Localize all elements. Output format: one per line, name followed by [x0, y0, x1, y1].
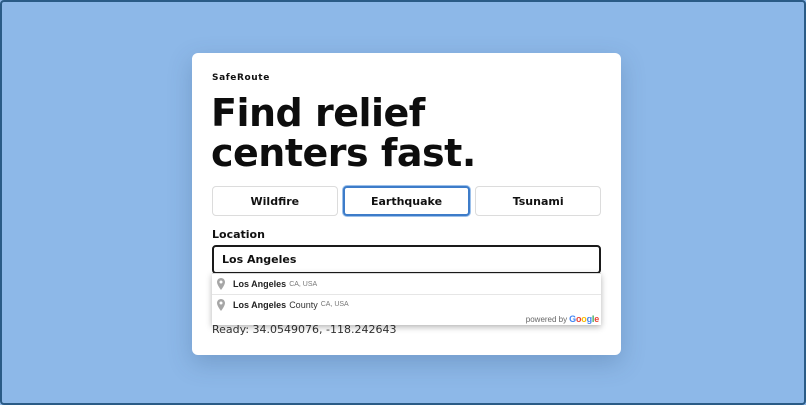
brand-name: SafeRoute [212, 73, 270, 83]
google-logo-letter: G [569, 314, 576, 324]
autocomplete-rest-text: County [289, 299, 318, 310]
autocomplete-item[interactable]: Los Angeles CA, USA [212, 274, 601, 294]
page-title: Find relief centers fast. [211, 93, 606, 173]
autocomplete-main-text: Los Angeles [233, 279, 287, 289]
disaster-type-tabs: Wildfire Earthquake Tsunami [212, 186, 602, 216]
tab-wildfire[interactable]: Wildfire [212, 186, 338, 216]
google-logo: Google [569, 314, 599, 324]
autocomplete-main-text: Los Angeles [233, 299, 287, 310]
tab-tsunami[interactable]: Tsunami [475, 186, 602, 216]
autocomplete-item[interactable]: Los Angeles County CA, USA [212, 294, 601, 314]
map-pin-icon [217, 298, 227, 311]
map-pin-icon [217, 278, 227, 290]
location-input[interactable] [212, 245, 601, 274]
autocomplete-dropdown: Los Angeles CA, USA Los Angeles County C… [212, 273, 601, 325]
tab-earthquake[interactable]: Earthquake [342, 186, 471, 216]
page-title-line-1: Find relief [211, 91, 425, 135]
autocomplete-secondary-text: CA, USA [289, 280, 318, 288]
google-logo-letter: e [594, 314, 599, 324]
powered-by-google: powered by Google [526, 314, 599, 324]
autocomplete-secondary-text: CA, USA [320, 301, 349, 308]
powered-by-text: powered by [525, 314, 568, 324]
location-label: Location [212, 228, 265, 241]
page-title-line-2: centers fast. [211, 131, 476, 175]
